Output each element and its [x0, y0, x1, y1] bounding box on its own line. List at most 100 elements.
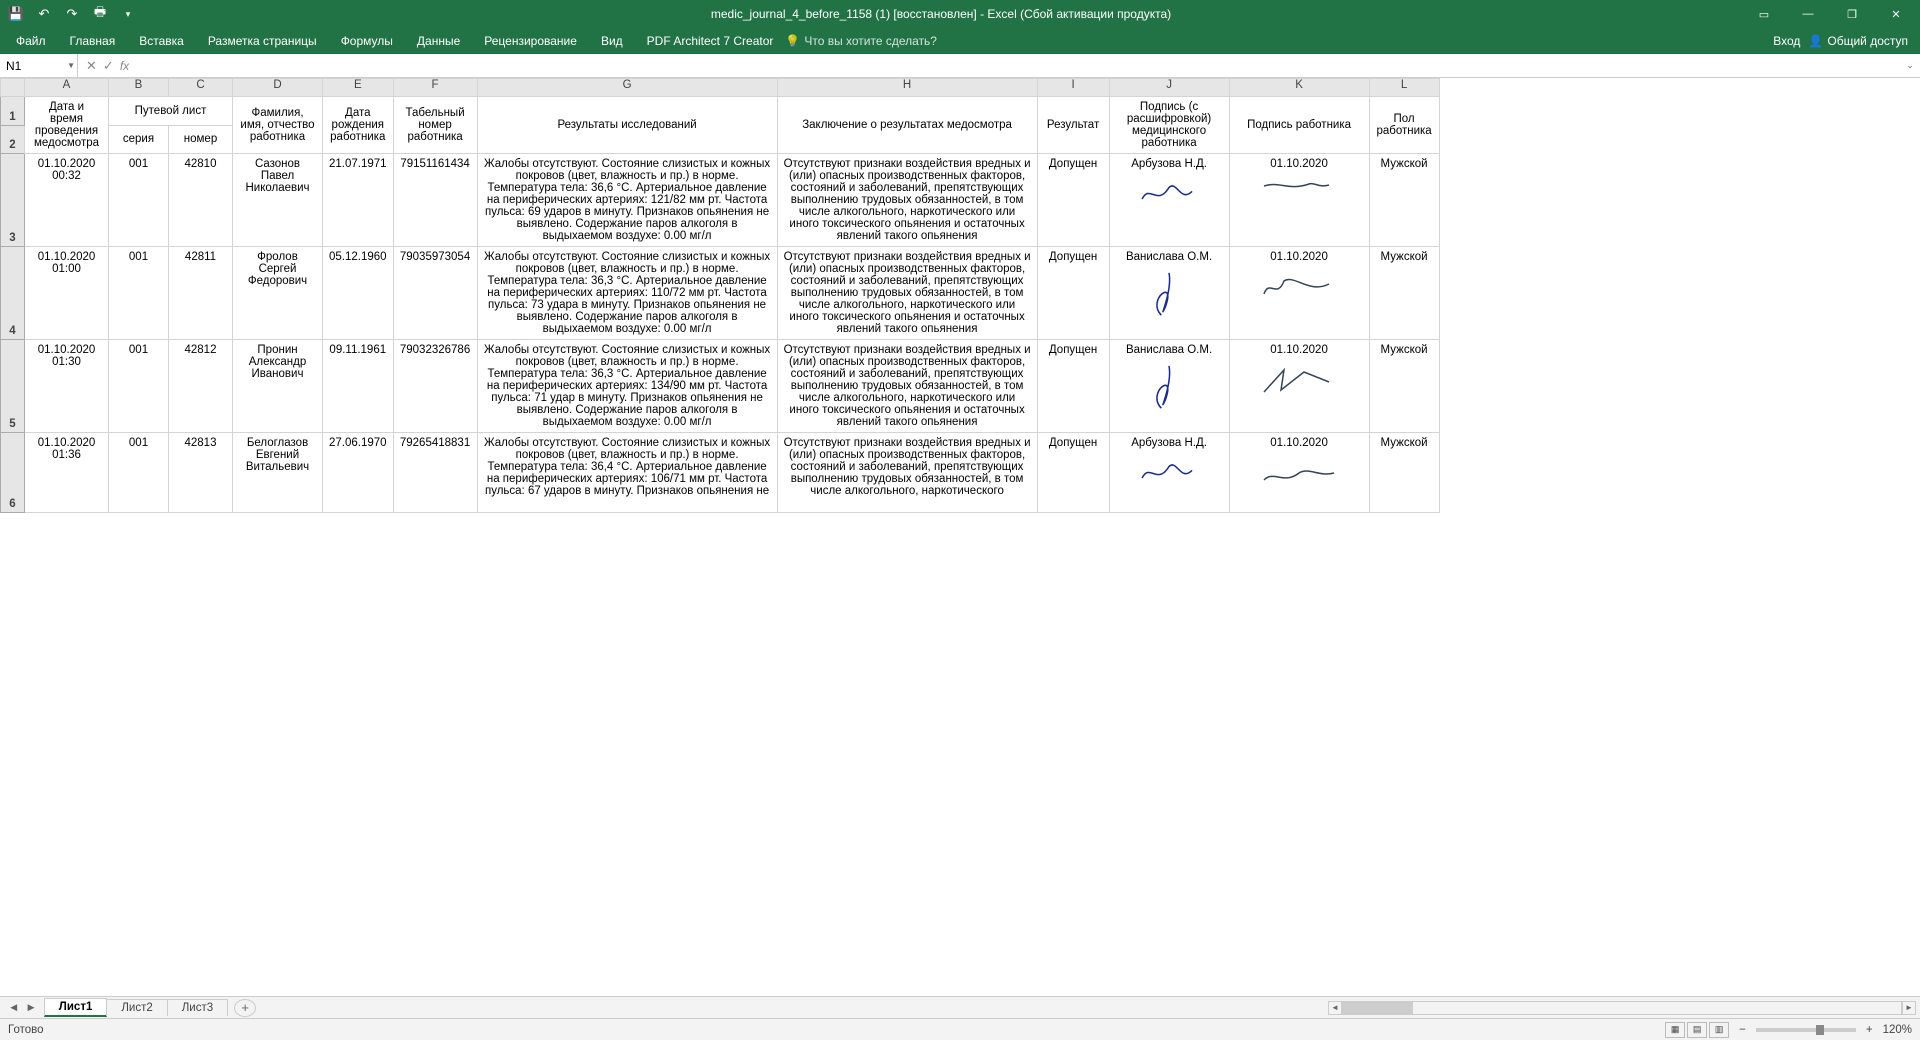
- cell-results[interactable]: Жалобы отсутствуют. Состояние слизистых …: [477, 340, 777, 433]
- tab-formulas[interactable]: Формулы: [329, 28, 405, 54]
- minimize-button[interactable]: —: [1788, 0, 1828, 28]
- select-all-corner[interactable]: [1, 79, 25, 97]
- horizontal-scrollbar[interactable]: [1342, 1001, 1902, 1015]
- cell-fio[interactable]: Сазонов Павел Николаевич: [233, 154, 323, 247]
- cell-workersign[interactable]: 01.10.2020: [1229, 340, 1369, 433]
- cell-dob[interactable]: 09.11.1961: [323, 340, 394, 433]
- cell-gender[interactable]: Мужской: [1369, 340, 1439, 433]
- cell-series[interactable]: 001: [109, 433, 169, 513]
- cell-dob[interactable]: 27.06.1970: [323, 433, 394, 513]
- view-normal-icon[interactable]: ▦: [1665, 1022, 1685, 1038]
- maximize-button[interactable]: ❐: [1832, 0, 1872, 28]
- tell-me-search[interactable]: 💡 Что вы хотите сделать?: [785, 34, 937, 48]
- hdr-datetime[interactable]: Дата и время проведения медосмотра: [25, 97, 109, 154]
- zoom-slider[interactable]: [1756, 1028, 1856, 1032]
- zoom-out-button[interactable]: −: [1739, 1024, 1746, 1036]
- cell-result[interactable]: Допущен: [1037, 433, 1109, 513]
- cell-number[interactable]: 42810: [169, 154, 233, 247]
- qat-dropdown-icon[interactable]: ▾: [118, 4, 138, 24]
- cell-medsign[interactable]: Арбузова Н.Д.: [1109, 433, 1229, 513]
- sheet-nav-prev-icon[interactable]: ◄: [8, 1002, 19, 1014]
- col-D[interactable]: D: [233, 79, 323, 97]
- cell-conclusion[interactable]: Отсутствуют признаки воздействия вредных…: [777, 247, 1037, 340]
- hdr-dob[interactable]: Дата рождения работника: [323, 97, 394, 154]
- cell-fio[interactable]: Пронин Александр Иванович: [233, 340, 323, 433]
- cell-medsign[interactable]: Ванислава О.М.: [1109, 340, 1229, 433]
- col-I[interactable]: I: [1037, 79, 1109, 97]
- spreadsheet[interactable]: A B C D E F G H I J K L 1 Дата и время п…: [0, 78, 1440, 513]
- cell-medsign[interactable]: Ванислава О.М.: [1109, 247, 1229, 340]
- cell-result[interactable]: Допущен: [1037, 154, 1109, 247]
- row-2[interactable]: 2: [1, 125, 25, 154]
- zoom-in-button[interactable]: +: [1866, 1024, 1873, 1036]
- cell-tabnum[interactable]: 79032326786: [393, 340, 477, 433]
- cell-fio[interactable]: Белоглазов Евгений Витальевич: [233, 433, 323, 513]
- cell-gender[interactable]: Мужской: [1369, 433, 1439, 513]
- cell-results[interactable]: Жалобы отсутствуют. Состояние слизистых …: [477, 247, 777, 340]
- grid-scroll[interactable]: A B C D E F G H I J K L 1 Дата и время п…: [0, 78, 1920, 996]
- hdr-workersign[interactable]: Подпись работника: [1229, 97, 1369, 154]
- add-sheet-button[interactable]: +: [234, 999, 256, 1017]
- cell-workersign[interactable]: 01.10.2020: [1229, 433, 1369, 513]
- hdr-gender[interactable]: Пол работника: [1369, 97, 1439, 154]
- zoom-thumb[interactable]: [1816, 1025, 1824, 1035]
- undo-icon[interactable]: ↶: [34, 4, 54, 24]
- quickprint-icon[interactable]: 🖶: [90, 4, 110, 24]
- cell-number[interactable]: 42812: [169, 340, 233, 433]
- col-G[interactable]: G: [477, 79, 777, 97]
- save-icon[interactable]: 💾: [6, 4, 26, 24]
- cell-result[interactable]: Допущен: [1037, 247, 1109, 340]
- redo-icon[interactable]: ↷: [62, 4, 82, 24]
- hdr-conclusion[interactable]: Заключение о результатах медосмотра: [777, 97, 1037, 154]
- sheet-tab-2[interactable]: Лист2: [106, 999, 167, 1016]
- hdr-number[interactable]: номер: [169, 125, 233, 154]
- cell-results[interactable]: Жалобы отсутствуют. Состояние слизистых …: [477, 433, 777, 513]
- tab-review[interactable]: Рецензирование: [472, 28, 589, 54]
- ribbon-options-icon[interactable]: ▭: [1744, 0, 1784, 28]
- cell-tabnum[interactable]: 79151161434: [393, 154, 477, 247]
- row-4[interactable]: 4: [1, 247, 25, 340]
- tab-pdfarchitect[interactable]: PDF Architect 7 Creator: [635, 28, 786, 54]
- cell-datetime[interactable]: 01.10.2020 01:36: [25, 433, 109, 513]
- hdr-fio[interactable]: Фамилия, имя, отчество работника: [233, 97, 323, 154]
- cell-number[interactable]: 42811: [169, 247, 233, 340]
- sheet-tab-1[interactable]: Лист1: [44, 998, 108, 1017]
- sheet-nav-next-icon[interactable]: ►: [25, 1002, 36, 1014]
- col-A[interactable]: A: [25, 79, 109, 97]
- col-F[interactable]: F: [393, 79, 477, 97]
- hscroll-left-icon[interactable]: ◄: [1328, 1001, 1342, 1015]
- view-pagebreak-icon[interactable]: ▥: [1709, 1022, 1729, 1038]
- close-button[interactable]: ✕: [1876, 0, 1916, 28]
- cell-conclusion[interactable]: Отсутствуют признаки воздействия вредных…: [777, 433, 1037, 513]
- col-E[interactable]: E: [323, 79, 394, 97]
- cell-datetime[interactable]: 01.10.2020 00:32: [25, 154, 109, 247]
- signin-link[interactable]: Вход: [1773, 34, 1800, 48]
- hscroll-right-icon[interactable]: ►: [1902, 1001, 1916, 1015]
- row-3[interactable]: 3: [1, 154, 25, 247]
- cell-gender[interactable]: Мужской: [1369, 247, 1439, 340]
- cell-datetime[interactable]: 01.10.2020 01:30: [25, 340, 109, 433]
- cell-number[interactable]: 42813: [169, 433, 233, 513]
- cell-gender[interactable]: Мужской: [1369, 154, 1439, 247]
- hdr-tabnum[interactable]: Табельный номер работника: [393, 97, 477, 154]
- formula-input[interactable]: [137, 54, 1900, 77]
- cell-tabnum[interactable]: 79035973054: [393, 247, 477, 340]
- hdr-medsign[interactable]: Подпись (с расшифровкой) медицинского ра…: [1109, 97, 1229, 154]
- chevron-down-icon[interactable]: ▼: [67, 61, 75, 70]
- sheet-tab-3[interactable]: Лист3: [167, 999, 228, 1016]
- cell-series[interactable]: 001: [109, 340, 169, 433]
- cell-dob[interactable]: 21.07.1971: [323, 154, 394, 247]
- enter-icon[interactable]: ✓: [103, 58, 114, 74]
- fx-button[interactable]: fx: [120, 59, 129, 73]
- tab-pagelayout[interactable]: Разметка страницы: [196, 28, 329, 54]
- cell-conclusion[interactable]: Отсутствуют признаки воздействия вредных…: [777, 340, 1037, 433]
- cell-workersign[interactable]: 01.10.2020: [1229, 154, 1369, 247]
- cell-fio[interactable]: Фролов Сергей Федорович: [233, 247, 323, 340]
- col-L[interactable]: L: [1369, 79, 1439, 97]
- cell-dob[interactable]: 05.12.1960: [323, 247, 394, 340]
- col-B[interactable]: B: [109, 79, 169, 97]
- row-1[interactable]: 1: [1, 97, 25, 126]
- cancel-icon[interactable]: ✕: [86, 58, 97, 74]
- share-button[interactable]: 👤 Общий доступ: [1808, 34, 1908, 48]
- cell-series[interactable]: 001: [109, 154, 169, 247]
